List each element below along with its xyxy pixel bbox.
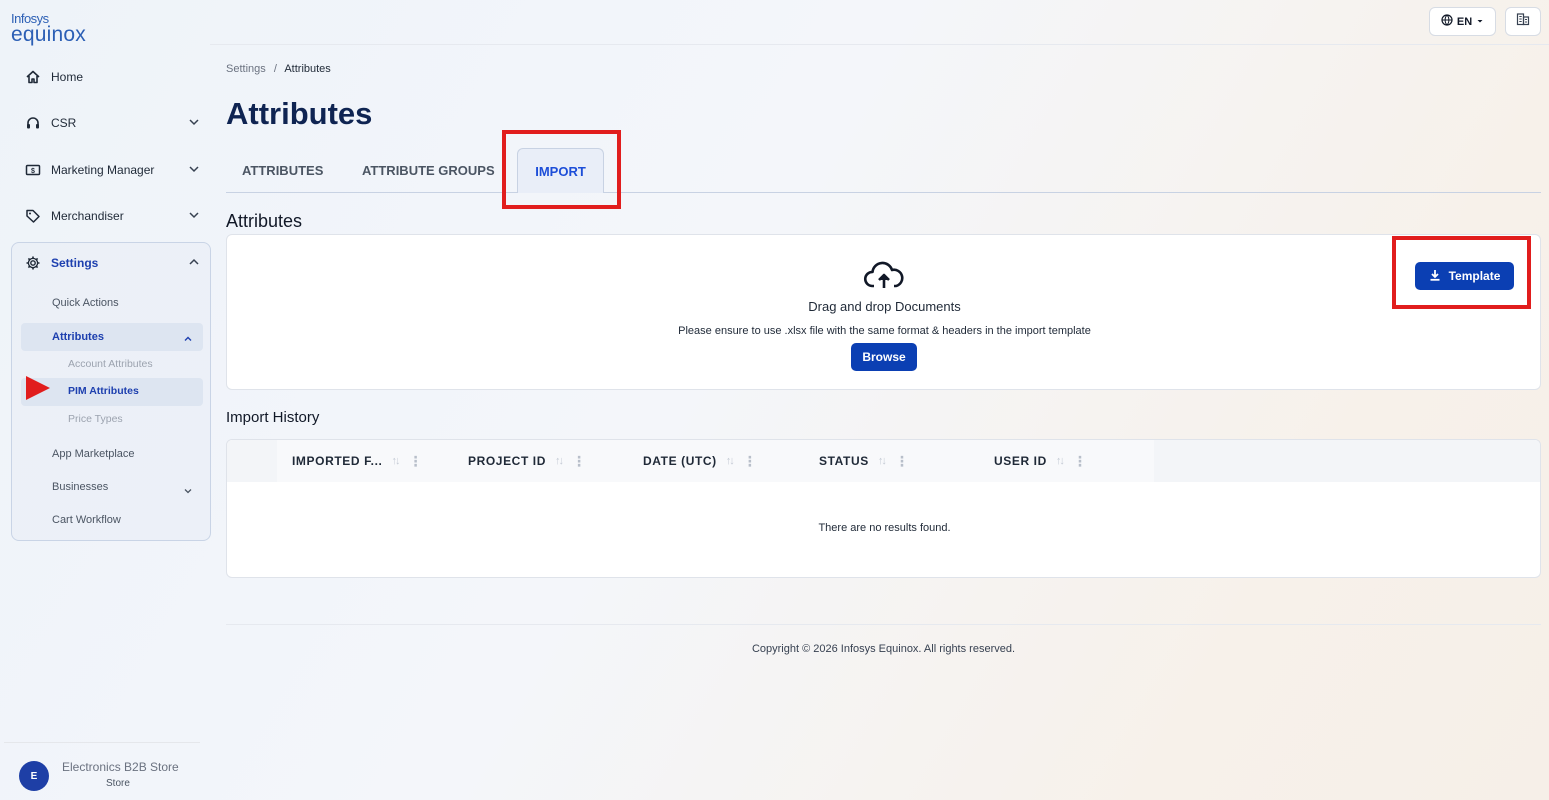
cloud-upload-icon [863, 261, 905, 296]
caret-down-icon [1476, 16, 1484, 28]
chevron-down-icon[interactable] [188, 163, 200, 178]
sidebar-sub-cart-workflow[interactable]: Cart Workflow [52, 514, 121, 526]
column-header-date[interactable]: DATE (UTC) ↑↓ ⋮ [643, 440, 757, 482]
sidebar-sub-app-marketplace[interactable]: App Marketplace [52, 448, 135, 460]
column-header-label: STATUS [819, 454, 869, 468]
table-header: IMPORTED F... ↑↓ ⋮ PROJECT ID ↑↓ ⋮ DATE … [227, 440, 1540, 482]
building-icon [1516, 12, 1530, 31]
home-icon [22, 66, 44, 88]
store-switcher[interactable]: E Electronics B2B Store Store [4, 742, 200, 800]
brand-logo-line2: equinox [11, 23, 86, 46]
column-header-imported-file[interactable]: IMPORTED F... ↑↓ ⋮ [292, 440, 423, 482]
sidebar-sub-businesses[interactable]: Businesses [52, 481, 108, 493]
column-menu-icon[interactable]: ⋮ [572, 453, 587, 470]
chevron-down-icon[interactable] [183, 483, 193, 501]
store-name: Electronics B2B Store [62, 760, 179, 774]
brand-logo[interactable]: Infosys equinox [11, 12, 86, 45]
tab-bar: ATTRIBUTES ATTRIBUTE GROUPS IMPORT [226, 148, 1541, 193]
sort-icon[interactable]: ↑↓ [391, 455, 400, 467]
upload-dropzone[interactable]: Drag and drop Documents Please ensure to… [226, 234, 1541, 390]
chevron-down-icon[interactable] [188, 116, 200, 131]
column-menu-icon[interactable]: ⋮ [1073, 453, 1088, 470]
sidebar-item-csr[interactable]: CSR [12, 103, 210, 143]
gear-icon [22, 252, 44, 274]
language-label: EN [1456, 15, 1473, 28]
sidebar-sub-quick-actions[interactable]: Quick Actions [52, 297, 119, 309]
column-header-label: IMPORTED F... [292, 454, 383, 468]
empty-state-text: There are no results found. [818, 522, 951, 534]
annotation-highlight-import [502, 130, 621, 209]
sidebar-item-settings[interactable]: Settings [12, 243, 210, 283]
import-history-title: Import History [226, 409, 320, 426]
breadcrumb-current: Attributes [284, 63, 331, 75]
sidebar-item-label: Merchandiser [51, 209, 124, 223]
sidebar-item-merchandiser[interactable]: Merchandiser [12, 196, 210, 236]
column-header-project-id[interactable]: PROJECT ID ↑↓ ⋮ [468, 440, 587, 482]
tab-attribute-groups[interactable]: ATTRIBUTE GROUPS [362, 148, 495, 193]
sidebar-sub-attributes-row[interactable] [21, 323, 203, 351]
globe-icon [1441, 14, 1453, 29]
breadcrumb-separator: / [273, 63, 277, 75]
footer-divider [226, 624, 1541, 625]
column-header-label: USER ID [994, 454, 1047, 468]
sidebar: Infosys equinox Home CSR $ Marketing Man… [0, 0, 211, 800]
column-header-label: PROJECT ID [468, 454, 547, 468]
column-menu-icon[interactable]: ⋮ [743, 453, 758, 470]
sort-icon[interactable]: ↑↓ [555, 455, 564, 467]
column-header-label: DATE (UTC) [643, 454, 717, 468]
page-title: Attributes [226, 96, 373, 131]
tab-attributes[interactable]: ATTRIBUTES [242, 148, 323, 193]
sort-icon[interactable]: ↑↓ [1056, 455, 1065, 467]
import-history-table: IMPORTED F... ↑↓ ⋮ PROJECT ID ↑↓ ⋮ DATE … [226, 439, 1541, 578]
drag-drop-text: Drag and drop Documents [808, 299, 961, 314]
column-menu-icon[interactable]: ⋮ [895, 453, 910, 470]
sidebar-item-label: Marketing Manager [51, 163, 155, 177]
sidebar-sub-pim-attributes[interactable]: PIM Attributes [68, 385, 139, 397]
headset-icon [22, 112, 44, 134]
sidebar-sub-price-types[interactable]: Price Types [68, 413, 123, 425]
breadcrumb: Settings / Attributes [226, 63, 331, 75]
annotation-arrow [26, 376, 50, 400]
sidebar-sub-account-attributes[interactable]: Account Attributes [68, 358, 153, 370]
annotation-highlight-template [1392, 236, 1531, 309]
upload-section-title: Attributes [226, 211, 303, 231]
column-header-user-id[interactable]: USER ID ↑↓ ⋮ [994, 440, 1087, 482]
organization-button[interactable] [1505, 7, 1541, 36]
column-menu-icon[interactable]: ⋮ [408, 453, 423, 470]
header-divider [210, 44, 1549, 45]
breadcrumb-parent[interactable]: Settings [226, 63, 266, 75]
sidebar-item-label: Settings [51, 256, 99, 270]
chevron-up-icon[interactable] [183, 331, 193, 349]
language-selector[interactable]: EN [1429, 7, 1496, 36]
sidebar-item-marketing-manager[interactable]: $ Marketing Manager [12, 150, 210, 190]
chevron-up-icon[interactable] [188, 256, 200, 271]
money-icon: $ [22, 159, 44, 181]
column-header-status[interactable]: STATUS ↑↓ ⋮ [819, 440, 909, 482]
chevron-down-icon[interactable] [188, 209, 200, 224]
store-type: Store [106, 778, 130, 789]
browse-button[interactable]: Browse [851, 343, 917, 371]
sort-icon[interactable]: ↑↓ [726, 455, 735, 467]
sort-icon[interactable]: ↑↓ [878, 455, 887, 467]
sidebar-item-label: CSR [51, 116, 77, 130]
svg-text:$: $ [31, 168, 35, 175]
avatar: E [19, 761, 49, 791]
copyright-text: Copyright © 2026 Infosys Equinox. All ri… [751, 643, 1016, 655]
upload-hint-text: Please ensure to use .xlsx file with the… [678, 325, 1091, 337]
tag-icon [22, 205, 44, 227]
sidebar-item-home[interactable]: Home [12, 57, 210, 97]
sidebar-sub-attributes[interactable]: Attributes [52, 331, 104, 343]
sidebar-item-label: Home [51, 70, 84, 84]
